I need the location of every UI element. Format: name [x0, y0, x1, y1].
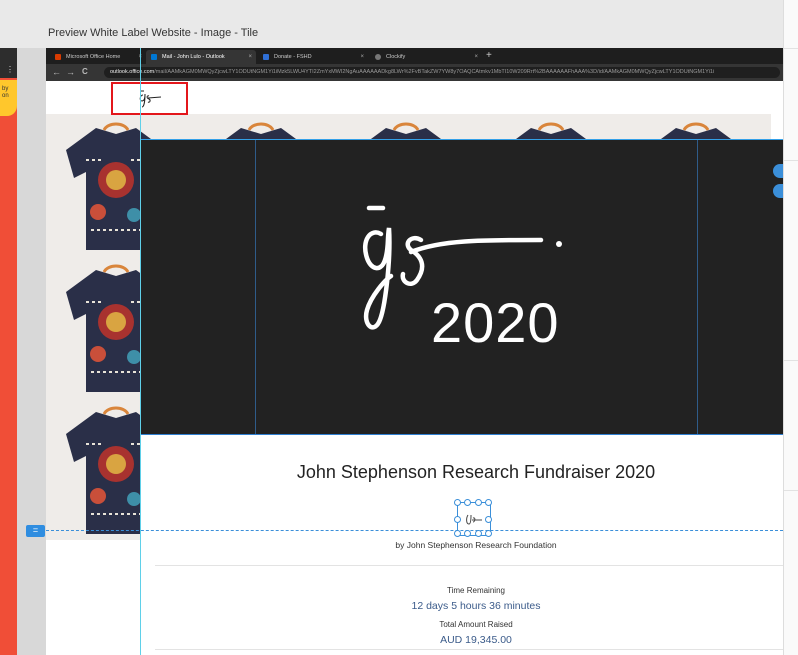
browser-tab-active[interactable]: Mail - John Lulo - Outlook ×	[146, 50, 256, 64]
url-host: outlook.office.com	[110, 69, 155, 75]
layout-guide	[697, 140, 698, 434]
browser-tab[interactable]: Clockify ×	[370, 50, 482, 64]
close-icon[interactable]: ×	[360, 50, 364, 64]
browser-address-bar: ← → C outlook.office.com/mail/AAMkAGM0MW…	[46, 64, 783, 81]
clockify-favicon	[375, 54, 381, 60]
js-signature-logo	[139, 90, 162, 108]
tag-text-2: on	[2, 93, 9, 99]
left-panel-tag[interactable]: by on	[0, 80, 17, 116]
outlook-favicon	[151, 54, 157, 60]
preview-title: Preview White Label Website - Image - Ti…	[48, 27, 259, 39]
resize-handle[interactable]	[485, 530, 492, 537]
more-icon[interactable]: ⋮	[6, 66, 14, 74]
reload-icon[interactable]: C	[82, 66, 88, 78]
hero-year: 2020	[431, 291, 560, 354]
close-icon[interactable]: ×	[248, 50, 252, 64]
hero-banner[interactable]: 2020	[141, 140, 783, 435]
layout-guide	[141, 434, 783, 435]
forward-icon[interactable]: →	[66, 66, 75, 78]
header-logo-highlight[interactable]	[111, 82, 188, 115]
divider	[155, 649, 783, 650]
resize-handle[interactable]	[485, 516, 492, 523]
panel-handle[interactable]	[773, 164, 783, 178]
resize-handle[interactable]	[454, 530, 461, 537]
divider	[155, 565, 783, 566]
horizontal-guide	[46, 530, 783, 531]
new-tab-icon[interactable]: +	[486, 49, 492, 63]
organizer-byline[interactable]: by John Stephenson Research Foundation	[141, 540, 783, 550]
panel-handle[interactable]	[773, 184, 783, 198]
tag-text-1: by	[2, 86, 9, 92]
tab-label: Microsoft Office Home	[66, 54, 121, 60]
browser-tab[interactable]: Donate - FSHD ×	[258, 50, 368, 64]
gutter-divider	[784, 360, 798, 361]
close-icon[interactable]: ×	[474, 50, 478, 64]
resize-handle[interactable]	[485, 499, 492, 506]
tab-label: Clockify	[386, 54, 406, 60]
guide-marker-button[interactable]: =	[26, 525, 45, 537]
preview-frame: Microsoft Office Home × Mail - John Lulo…	[46, 48, 783, 655]
back-icon[interactable]: ←	[52, 66, 61, 78]
canvas-margin	[17, 48, 46, 655]
fundraiser-panel: 2020 John Stephenson Research Fundraiser…	[141, 139, 783, 655]
browser-tabbar: Microsoft Office Home × Mail - John Lulo…	[46, 48, 783, 64]
time-remaining-label: Time Remaining	[447, 586, 505, 595]
resize-handle[interactable]	[454, 499, 461, 506]
right-gutter	[783, 0, 798, 655]
tab-label: Mail - John Lulo - Outlook	[162, 54, 225, 60]
url-field[interactable]: outlook.office.com/mail/AAMkAGM0MWQyZjcw…	[104, 67, 780, 78]
js-signature-small-icon	[466, 514, 482, 525]
resize-handle[interactable]	[464, 530, 471, 537]
gutter-divider	[784, 160, 798, 161]
left-panel: ⋮ by on	[0, 48, 17, 655]
fshd-favicon	[263, 54, 269, 60]
vertical-guide	[140, 48, 141, 655]
gutter-divider	[784, 48, 798, 49]
total-raised-label: Total Amount Raised	[439, 620, 513, 629]
resize-handle[interactable]	[464, 499, 471, 506]
resize-handle[interactable]	[475, 530, 482, 537]
layout-guide	[255, 140, 256, 434]
microsoft-office-favicon	[55, 54, 61, 60]
total-raised-value: AUD 19,345.00	[440, 634, 512, 646]
browser-tab[interactable]: Microsoft Office Home ×	[50, 50, 146, 64]
fundraiser-title: John Stephenson Research Fundraiser 2020	[296, 462, 656, 482]
left-panel-toolbar: ⋮	[0, 48, 17, 78]
url-path: /mail/AAMkAGM0MWQyZjcwLTY1ODUtNGM1Yi1iMz…	[154, 69, 715, 75]
tab-label: Donate - FSHD	[274, 54, 312, 60]
resize-handle[interactable]	[475, 499, 482, 506]
gutter-divider	[784, 490, 798, 491]
resize-handle[interactable]	[454, 516, 461, 523]
time-remaining-value: 12 days 5 hours 36 minutes	[411, 600, 541, 612]
